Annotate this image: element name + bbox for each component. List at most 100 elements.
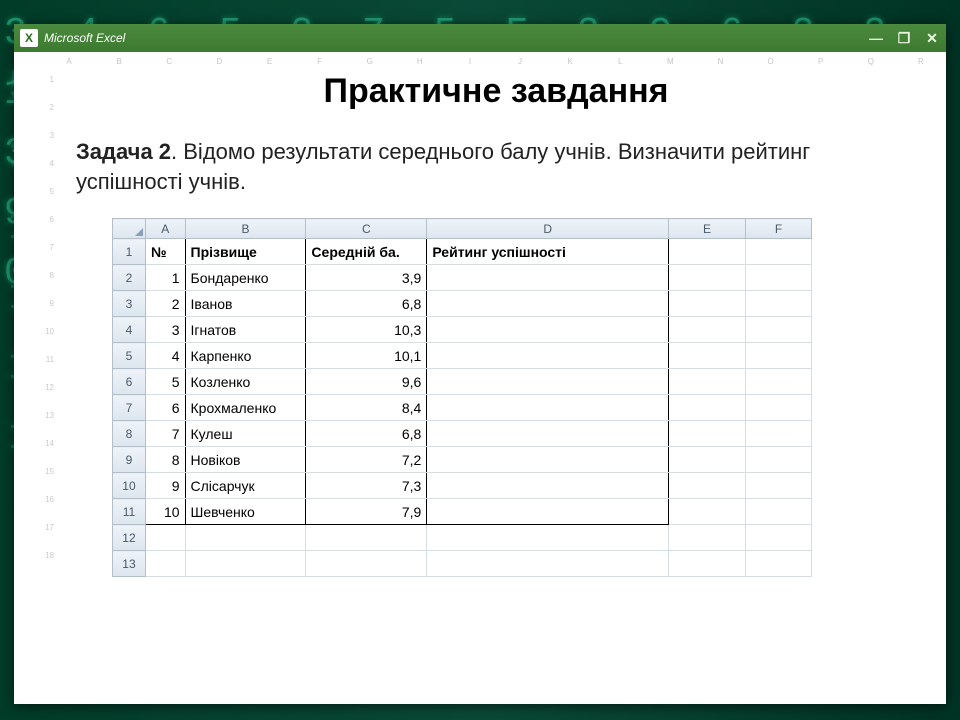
minimize-button[interactable]: —	[868, 30, 884, 46]
cell[interactable]: 7	[145, 421, 185, 447]
cell[interactable]: 8	[145, 447, 185, 473]
cell[interactable]	[306, 551, 427, 577]
cell[interactable]	[746, 239, 812, 265]
cell[interactable]	[746, 447, 812, 473]
row-header[interactable]: 5	[113, 343, 146, 369]
cell[interactable]: 7,2	[306, 447, 427, 473]
cell[interactable]	[669, 551, 746, 577]
cell[interactable]: 3	[145, 317, 185, 343]
cell[interactable]: 7,9	[306, 499, 427, 525]
cell[interactable]	[669, 421, 746, 447]
cell[interactable]	[746, 499, 812, 525]
cell[interactable]: 6,8	[306, 291, 427, 317]
cell[interactable]	[427, 317, 669, 343]
cell[interactable]: 9	[145, 473, 185, 499]
cell[interactable]: Шевченко	[185, 499, 306, 525]
cell[interactable]: 10,3	[306, 317, 427, 343]
cell[interactable]	[746, 395, 812, 421]
cell[interactable]: 6,8	[306, 421, 427, 447]
cell[interactable]	[669, 499, 746, 525]
row-header[interactable]: 6	[113, 369, 146, 395]
row-header[interactable]: 1	[113, 239, 146, 265]
cell[interactable]	[427, 525, 669, 551]
col-header-A[interactable]: A	[145, 219, 185, 239]
cell[interactable]	[427, 291, 669, 317]
cell[interactable]	[746, 369, 812, 395]
cell[interactable]: 4	[145, 343, 185, 369]
cell[interactable]	[746, 421, 812, 447]
cell[interactable]: Рейтинг успішності	[427, 239, 669, 265]
cell[interactable]	[145, 525, 185, 551]
cell[interactable]: 10	[145, 499, 185, 525]
cell[interactable]	[669, 447, 746, 473]
col-header-C[interactable]: C	[306, 219, 427, 239]
cell[interactable]: 10,1	[306, 343, 427, 369]
cell[interactable]: 1	[145, 265, 185, 291]
cell[interactable]	[746, 525, 812, 551]
row-header[interactable]: 13	[113, 551, 146, 577]
select-all-corner[interactable]	[113, 219, 146, 239]
cell[interactable]	[427, 343, 669, 369]
cell[interactable]: 2	[145, 291, 185, 317]
cell[interactable]	[669, 343, 746, 369]
cell[interactable]: Слісарчук	[185, 473, 306, 499]
row-header[interactable]: 11	[113, 499, 146, 525]
cell[interactable]: 5	[145, 369, 185, 395]
cell[interactable]: 8,4	[306, 395, 427, 421]
cell[interactable]	[427, 499, 669, 525]
cell[interactable]	[427, 265, 669, 291]
cell[interactable]	[669, 525, 746, 551]
cell[interactable]	[746, 473, 812, 499]
cell[interactable]	[427, 421, 669, 447]
cell[interactable]	[427, 551, 669, 577]
cell[interactable]: 3,9	[306, 265, 427, 291]
cell[interactable]	[306, 525, 427, 551]
cell[interactable]	[427, 473, 669, 499]
col-header-E[interactable]: E	[669, 219, 746, 239]
cell[interactable]	[185, 525, 306, 551]
cell[interactable]: Іванов	[185, 291, 306, 317]
cell[interactable]	[669, 369, 746, 395]
row-header[interactable]: 3	[113, 291, 146, 317]
cell[interactable]	[746, 291, 812, 317]
cell[interactable]	[427, 447, 669, 473]
col-header-F[interactable]: F	[746, 219, 812, 239]
col-header-D[interactable]: D	[427, 219, 669, 239]
col-header-B[interactable]: B	[185, 219, 306, 239]
row-header[interactable]: 2	[113, 265, 146, 291]
cell[interactable]	[427, 369, 669, 395]
cell[interactable]: №	[145, 239, 185, 265]
cell[interactable]: Середній ба.	[306, 239, 427, 265]
row-header[interactable]: 10	[113, 473, 146, 499]
cell[interactable]	[427, 395, 669, 421]
cell[interactable]: Прізвище	[185, 239, 306, 265]
cell[interactable]: Новіков	[185, 447, 306, 473]
cell[interactable]	[669, 265, 746, 291]
cell[interactable]: Бондаренко	[185, 265, 306, 291]
cell[interactable]	[669, 395, 746, 421]
cell[interactable]: Кулеш	[185, 421, 306, 447]
cell[interactable]	[669, 239, 746, 265]
cell[interactable]	[145, 551, 185, 577]
cell[interactable]: 6	[145, 395, 185, 421]
cell[interactable]	[669, 473, 746, 499]
cell[interactable]	[746, 343, 812, 369]
row-header[interactable]: 7	[113, 395, 146, 421]
cell[interactable]: Козленко	[185, 369, 306, 395]
cell[interactable]	[669, 317, 746, 343]
cell[interactable]	[669, 291, 746, 317]
cell[interactable]	[185, 551, 306, 577]
cell[interactable]: Карпенко	[185, 343, 306, 369]
row-header[interactable]: 12	[113, 525, 146, 551]
cell[interactable]	[746, 551, 812, 577]
row-header[interactable]: 8	[113, 421, 146, 447]
row-header[interactable]: 9	[113, 447, 146, 473]
cell[interactable]: 9,6	[306, 369, 427, 395]
cell[interactable]: Ігнатов	[185, 317, 306, 343]
cell[interactable]: Крохмаленко	[185, 395, 306, 421]
row-header[interactable]: 4	[113, 317, 146, 343]
close-button[interactable]: ✕	[924, 30, 940, 46]
cell[interactable]	[746, 317, 812, 343]
cell[interactable]: 7,3	[306, 473, 427, 499]
cell[interactable]	[746, 265, 812, 291]
